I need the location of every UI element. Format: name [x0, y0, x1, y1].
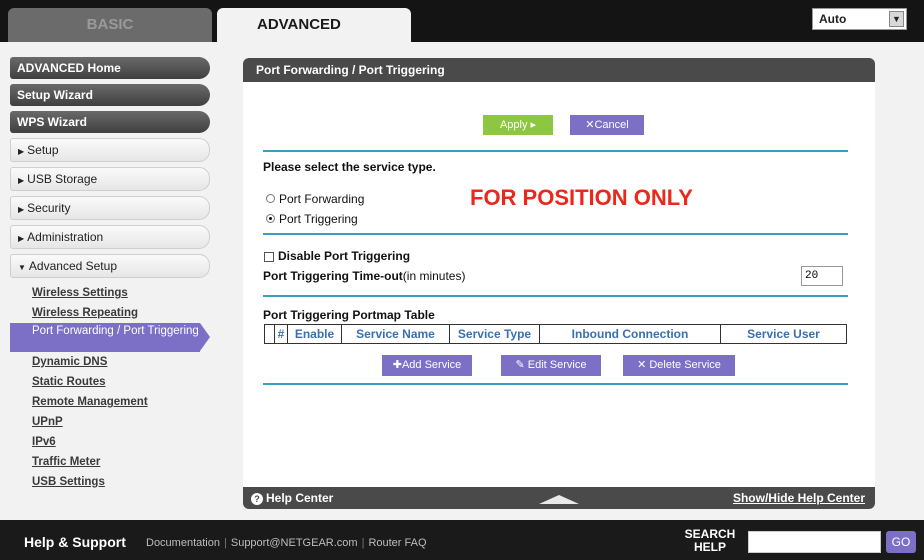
- sidebar-section-setup[interactable]: ▶ Setup: [10, 138, 210, 162]
- tab-advanced[interactable]: ADVANCED: [217, 8, 411, 42]
- sidebar-wps-wizard[interactable]: WPS Wizard: [10, 111, 210, 133]
- section-label: Security: [27, 201, 71, 215]
- edit-service-button[interactable]: ✎ Edit Service: [501, 355, 601, 376]
- link-router-faq[interactable]: Router FAQ: [368, 537, 426, 549]
- column-header: Enable: [288, 325, 342, 343]
- radio-icon: [266, 194, 275, 203]
- show-hide-help-link[interactable]: Show/Hide Help Center: [733, 487, 865, 509]
- go-button[interactable]: GO: [886, 531, 916, 553]
- help-center-bar: ? Help Center Show/Hide Help Center: [243, 487, 875, 509]
- sublink-remote-management[interactable]: Remote Management: [10, 392, 210, 412]
- link-documentation[interactable]: Documentation: [146, 537, 220, 549]
- radio-port-triggering[interactable]: Port Triggering: [266, 212, 358, 226]
- button-label: Delete Service: [649, 359, 721, 371]
- delete-service-button[interactable]: ✕ Delete Service: [623, 355, 735, 376]
- sidebar-setup-wizard[interactable]: Setup Wizard: [10, 84, 210, 106]
- sublink-port-forwarding[interactable]: Port Forwarding / Port Triggering: [10, 323, 210, 352]
- service-type-prompt: Please select the service type.: [263, 160, 436, 174]
- sidebar-section-administration[interactable]: ▶ Administration: [10, 225, 210, 249]
- sublink-usb-settings[interactable]: USB Settings: [10, 472, 210, 492]
- content-area: ADVANCED Home Setup Wizard WPS Wizard ▶ S…: [0, 42, 924, 520]
- column-header: Service Name: [342, 325, 450, 343]
- section-label: USB Storage: [27, 172, 98, 186]
- triangle-right-icon: ▶: [18, 147, 25, 156]
- divider: [263, 295, 848, 297]
- bottom-bar: Help & Support Documentation | Support@NET…: [0, 520, 924, 560]
- plus-icon: ✚: [392, 359, 402, 371]
- column-header: Service Type: [450, 325, 540, 343]
- triangle-down-icon: ▼: [18, 263, 26, 272]
- sidebar-section-security[interactable]: ▶ Security: [10, 196, 210, 220]
- sublink-wireless-repeating[interactable]: Wireless Repeating: [10, 303, 210, 323]
- timeout-label: Port Triggering Time-out(in minutes): [263, 269, 465, 283]
- section-label: Setup: [27, 143, 59, 157]
- divider: [263, 233, 848, 235]
- sublink-wireless-settings[interactable]: Wireless Settings: [10, 283, 210, 303]
- watermark-text: FOR POSITION ONLY: [470, 185, 693, 210]
- column-header: #: [275, 325, 288, 343]
- search-input[interactable]: [748, 531, 881, 553]
- disable-port-triggering-checkbox[interactable]: Disable Port Triggering: [264, 249, 410, 263]
- close-icon: ✕: [637, 359, 650, 371]
- radio-label: Port Forwarding: [279, 192, 365, 206]
- main-panel: Port Forwarding / Port Triggering Apply …: [243, 58, 875, 509]
- help-support-title: Help & Support: [24, 534, 126, 550]
- divider: [263, 150, 848, 152]
- sidebar-section-usb-storage[interactable]: ▶ USB Storage: [10, 167, 210, 191]
- link-support-email[interactable]: Support@NETGEAR.com: [231, 537, 358, 549]
- radio-port-forwarding[interactable]: Port Forwarding: [266, 192, 364, 206]
- timeout-label-main: Port Triggering Time-out: [263, 269, 403, 283]
- apply-button[interactable]: Apply ▸: [483, 115, 553, 135]
- sidebar-section-advanced-setup[interactable]: ▼ Advanced Setup: [10, 254, 210, 278]
- panel-title: Port Forwarding / Port Triggering: [243, 58, 875, 82]
- sublink-traffic-meter[interactable]: Traffic Meter: [10, 452, 210, 472]
- separator: |: [361, 537, 365, 549]
- expand-arrow-icon[interactable]: [539, 495, 579, 504]
- section-label: Advanced Setup: [28, 259, 117, 273]
- cancel-button[interactable]: ✕Cancel: [570, 115, 644, 135]
- sidebar-advanced-home[interactable]: ADVANCED Home: [10, 57, 210, 79]
- triangle-right-icon: ▶: [18, 234, 25, 243]
- checkbox-label: Disable Port Triggering: [278, 249, 411, 263]
- button-label: Add Service: [401, 359, 462, 371]
- timeout-input[interactable]: 20: [801, 266, 843, 286]
- sidebar: ADVANCED Home Setup Wizard WPS Wizard ▶ S…: [10, 57, 210, 492]
- radio-label: Port Triggering: [279, 212, 358, 226]
- pencil-icon: ✎: [515, 359, 528, 371]
- sublink-ipv6[interactable]: IPv6: [10, 432, 210, 452]
- language-select[interactable]: Auto ▼: [812, 8, 907, 30]
- table-title: Port Triggering Portmap Table: [263, 308, 435, 322]
- help-center-label[interactable]: Help Center: [266, 491, 333, 505]
- language-select-value: Auto: [819, 12, 847, 26]
- timeout-label-unit: (in minutes): [402, 269, 466, 283]
- sublink-static-routes[interactable]: Static Routes: [10, 372, 210, 392]
- tab-basic[interactable]: BASIC: [8, 8, 212, 42]
- separator: |: [224, 537, 227, 549]
- dropdown-arrow-icon[interactable]: ▼: [889, 11, 904, 27]
- button-label: Edit Service: [527, 359, 587, 371]
- radio-selected-icon: [266, 214, 275, 223]
- divider: [263, 383, 848, 385]
- search-help-label: SEARCH HELP: [684, 527, 736, 554]
- triangle-right-icon: ▶: [18, 176, 25, 185]
- checkbox-icon: [264, 251, 274, 262]
- add-service-button[interactable]: ✚Add Service: [382, 355, 472, 376]
- column-header: [265, 325, 275, 343]
- portmap-table-header: # Enable Service Name Service Type Inbou…: [264, 324, 847, 344]
- footer-links: Documentation | Support@NETGEAR.com | Router…: [146, 537, 427, 549]
- column-header: Inbound Connection: [540, 325, 721, 343]
- sublink-dynamic-dns[interactable]: Dynamic DNS: [10, 352, 210, 372]
- top-bar: BASIC ADVANCED Auto ▼: [0, 0, 924, 42]
- section-label: Administration: [27, 230, 104, 244]
- triangle-right-icon: ▶: [18, 205, 25, 214]
- column-header: Service User: [747, 327, 820, 341]
- help-icon: ?: [251, 493, 263, 505]
- sublink-upnp[interactable]: UPnP: [10, 412, 210, 432]
